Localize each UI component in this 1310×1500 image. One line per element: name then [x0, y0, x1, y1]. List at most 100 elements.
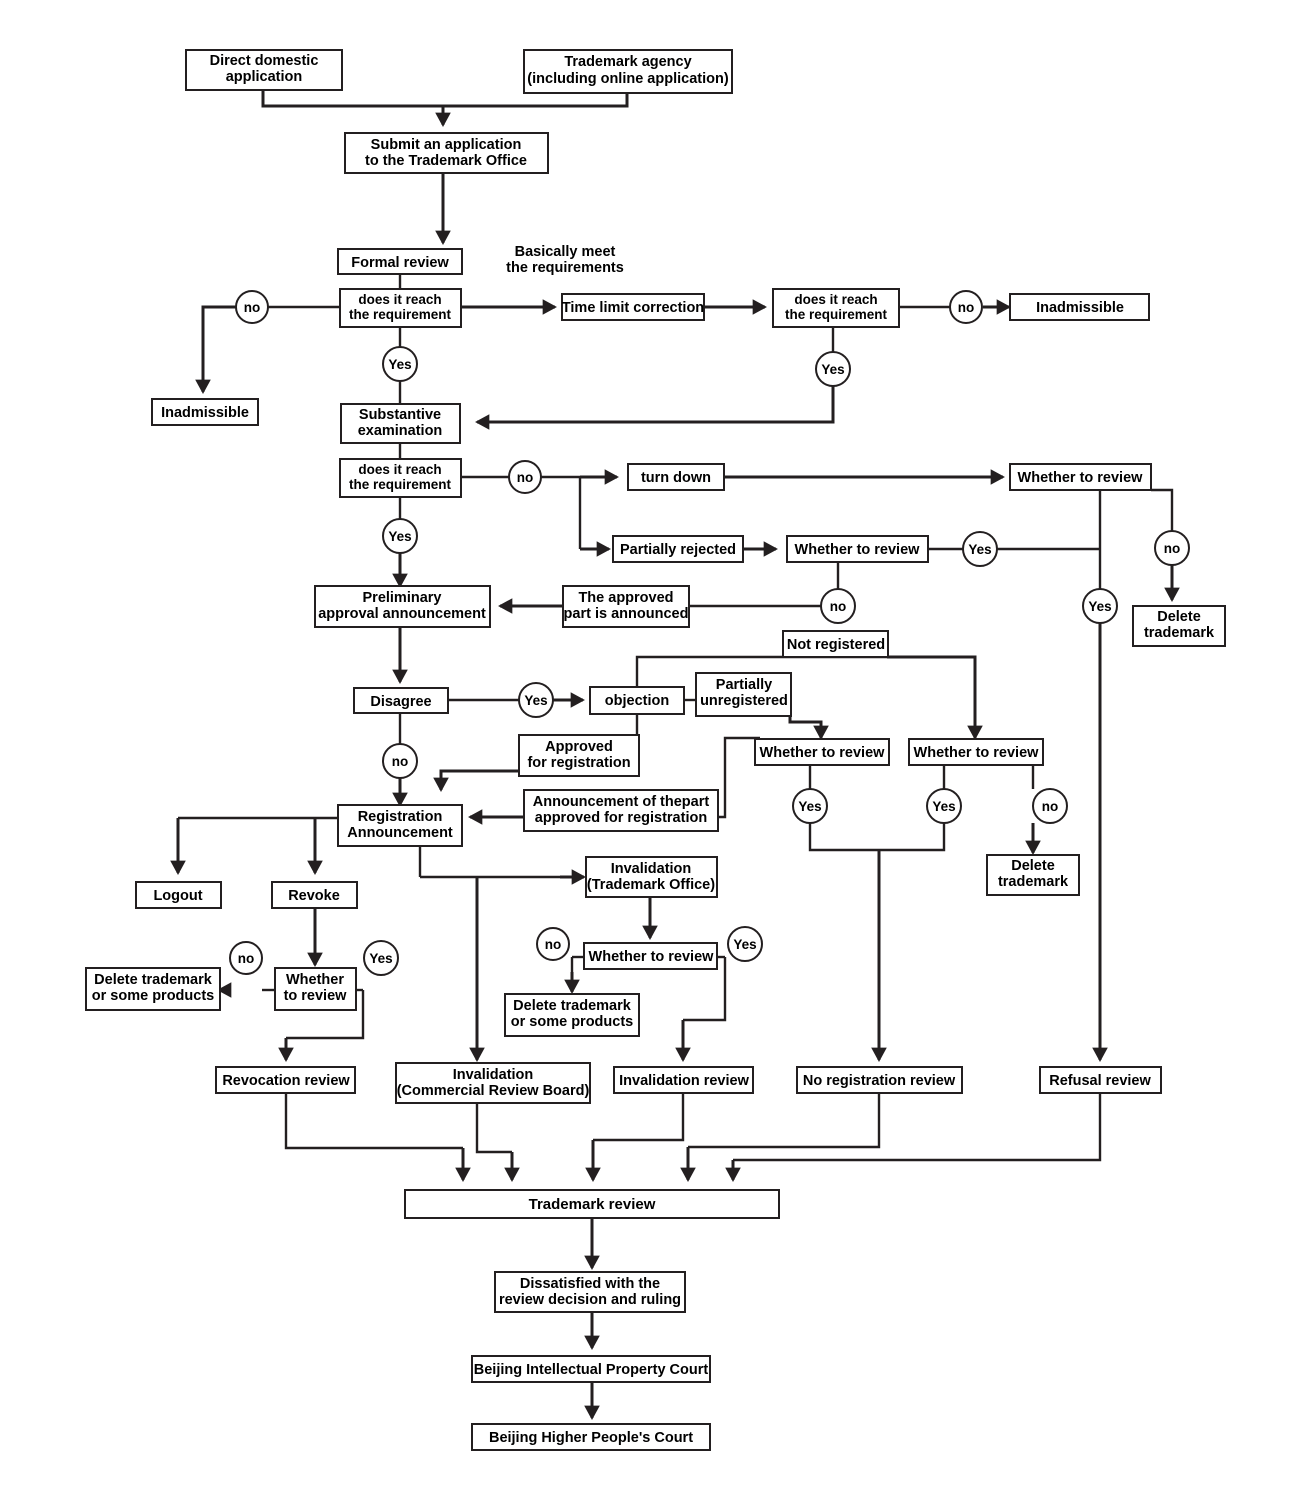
node-label: Preliminary [363, 590, 442, 606]
node-submit-application[interactable]: Submit an application to the Trademark O… [344, 132, 549, 174]
node-beijing-higher-court[interactable]: Beijing Higher People's Court [471, 1423, 711, 1451]
node-revoke[interactable]: Revoke [271, 881, 358, 909]
annotation-line: the requirements [506, 260, 624, 276]
node-label: to review [284, 988, 348, 1004]
decision-label-revoke-review-yes: Yes [363, 940, 399, 976]
node-label: Revocation review [222, 1073, 350, 1089]
node-label: Delete [1157, 609, 1201, 625]
node-preliminary-approval[interactable]: Preliminary approval announcement [314, 585, 491, 628]
node-label: unregistered [700, 693, 788, 709]
node-label: Revoke [288, 888, 340, 904]
edge-noregreview-to-bus [688, 1093, 881, 1149]
node-label: Substantive [359, 407, 441, 423]
node-delete-trademark-or-products-inval[interactable]: Delete trademark or some products [504, 993, 640, 1037]
node-partially-rejected[interactable]: Partially rejected [612, 535, 744, 563]
node-correction-does-it-reach[interactable]: does it reach the requirement [772, 288, 900, 328]
decision-label: Yes [369, 951, 392, 966]
node-label: (Trademark Office) [587, 877, 715, 893]
node-whether-to-review-partial-unreg[interactable]: Whether to review [754, 738, 890, 766]
decision-label-formal-yes: Yes [382, 346, 418, 382]
node-dissatisfied[interactable]: Dissatisfied with the review decision an… [494, 1271, 686, 1313]
node-time-limit-correction[interactable]: Time limit correction [561, 293, 705, 321]
edge-whether-to-announcement [718, 736, 760, 819]
edge-direct-to-submit [261, 90, 451, 127]
node-disagree[interactable]: Disagree [353, 687, 449, 714]
decision-label: Yes [932, 799, 955, 814]
node-trademark-review[interactable]: Trademark review [404, 1189, 780, 1219]
decision-label: Yes [388, 529, 411, 544]
decision-label: Yes [1088, 599, 1111, 614]
node-announcement-part-approved[interactable]: Announcement of thepart approved for reg… [523, 789, 719, 832]
node-whether-to-review-invalidation[interactable]: Whether to review [583, 942, 718, 970]
node-no-registration-review[interactable]: No registration review [796, 1066, 963, 1094]
decision-label-partial-review-yes: Yes [962, 531, 998, 567]
node-label: (Commercial Review Board) [397, 1083, 590, 1099]
node-logout[interactable]: Logout [135, 881, 222, 909]
node-refusal-review[interactable]: Refusal review [1039, 1066, 1162, 1094]
decision-label-disagree-no: no [382, 743, 418, 779]
node-turn-down[interactable]: turn down [627, 463, 725, 491]
node-label: Inadmissible [1036, 300, 1124, 316]
decision-label-substantive-no: no [508, 460, 542, 494]
node-label: the requirement [349, 307, 452, 322]
node-invalidation-commercial-review-board[interactable]: Invalidation (Commercial Review Board) [395, 1062, 591, 1104]
node-partially-unregistered[interactable]: Partially unregistered [695, 672, 792, 717]
node-label: to the Trademark Office [365, 153, 527, 169]
node-label: Registration [358, 809, 443, 825]
node-revocation-review[interactable]: Revocation review [215, 1066, 356, 1094]
flowchart-svg: Direct domestic application Trademark ag… [85, 49, 1226, 1451]
node-label: Formal review [351, 255, 449, 271]
edge-invalreview-to-bus [593, 1093, 685, 1142]
node-direct-domestic-application[interactable]: Direct domestic application [185, 49, 343, 91]
edge-refusalreview-to-bus [733, 1093, 1102, 1162]
decision-label: no [1164, 541, 1181, 556]
node-whether-to-review-revoke[interactable]: Whether to review [274, 967, 357, 1011]
node-invalidation-review[interactable]: Invalidation review [613, 1066, 754, 1094]
node-label: the requirement [785, 307, 888, 322]
node-label: trademark [1144, 625, 1215, 641]
edge-approved-to-registration [433, 769, 523, 792]
node-beijing-ip-court[interactable]: Beijing Intellectual Property Court [471, 1355, 711, 1383]
decision-label: Yes [524, 693, 547, 708]
node-label: Submit an application [371, 137, 522, 153]
node-whether-to-review-partial[interactable]: Whether to review [786, 535, 929, 563]
edge-partialunreg-to-whether [788, 716, 829, 740]
node-registration-announcement[interactable]: Registration Announcement [337, 804, 463, 847]
nodes-layer: Direct domestic application Trademark ag… [85, 49, 1226, 1451]
node-delete-trademark-or-products-revoke[interactable]: Delete trademark or some products [85, 967, 221, 1011]
edge-no-split-vertical [541, 475, 582, 549]
node-delete-trademark-refusal[interactable]: Delete trademark [1132, 605, 1226, 647]
edge-decision2-yes-to-substantive [475, 386, 835, 430]
decision-label: Yes [798, 799, 821, 814]
node-formal-review[interactable]: Formal review [337, 248, 463, 275]
node-invalidation-trademark-office[interactable]: Invalidation (Trademark Office) [585, 856, 718, 898]
node-substantive-examination[interactable]: Substantive examination [340, 403, 461, 444]
node-label: Logout [153, 888, 202, 904]
node-formal-does-it-reach[interactable]: does it reach the requirement [339, 288, 462, 328]
node-approved-part-announced[interactable]: The approved part is announced [562, 585, 690, 628]
node-label: Not registered [787, 637, 885, 653]
node-label: for registration [527, 755, 630, 771]
node-whether-to-review-turndown[interactable]: Whether to review [1009, 463, 1152, 491]
node-inadmissible-right[interactable]: Inadmissible [1009, 293, 1150, 321]
node-whether-to-review-notreg[interactable]: Whether to review [908, 738, 1044, 766]
node-delete-trademark-notreg[interactable]: Delete trademark [986, 854, 1080, 896]
edge-turndown-review-no-seg1 [1151, 488, 1174, 532]
node-objection[interactable]: objection [589, 686, 685, 715]
node-trademark-agency[interactable]: Trademark agency (including online appli… [523, 49, 733, 94]
decision-label: no [244, 300, 261, 315]
node-substantive-does-it-reach[interactable]: does it reach the requirement [339, 458, 462, 498]
node-not-registered[interactable]: Not registered [782, 630, 889, 658]
node-label: Beijing Intellectual Property Court [474, 1362, 709, 1378]
node-label: (including online application) [527, 71, 729, 87]
node-inadmissible-left[interactable]: Inadmissible [151, 398, 259, 426]
node-label: Whether to review [795, 542, 921, 558]
node-label: application [226, 69, 303, 85]
node-approved-for-registration[interactable]: Approved for registration [518, 734, 640, 777]
decision-label-revoke-review-no: no [229, 941, 263, 975]
decision-label-partial-unreg-review-yes: Yes [792, 788, 828, 824]
node-label: Approved [545, 739, 613, 755]
decision-label: no [830, 599, 847, 614]
node-label: Time limit correction [562, 300, 704, 316]
decision-label: no [1042, 799, 1059, 814]
